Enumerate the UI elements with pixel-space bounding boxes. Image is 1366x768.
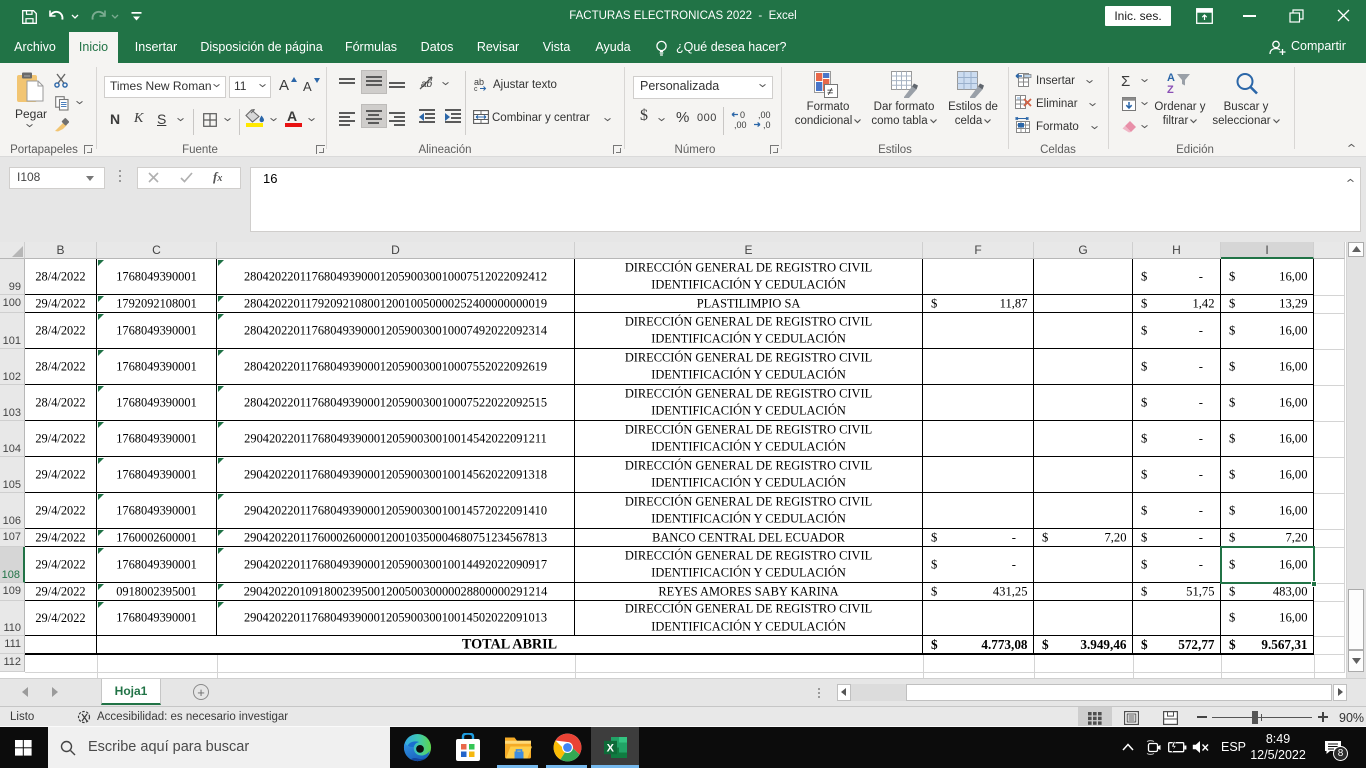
svg-text:0: 0	[740, 110, 745, 120]
svg-text:,0: ,0	[763, 120, 771, 130]
svg-text:,00: ,00	[734, 120, 747, 130]
svg-text:≠: ≠	[827, 86, 833, 98]
svg-text:X: X	[607, 742, 615, 754]
svg-text:ab: ab	[421, 79, 433, 90]
svg-text:A: A	[1167, 72, 1175, 84]
svg-text:,00: ,00	[758, 110, 771, 120]
svg-text:c: c	[474, 86, 478, 91]
svg-text:Z: Z	[1167, 84, 1174, 95]
